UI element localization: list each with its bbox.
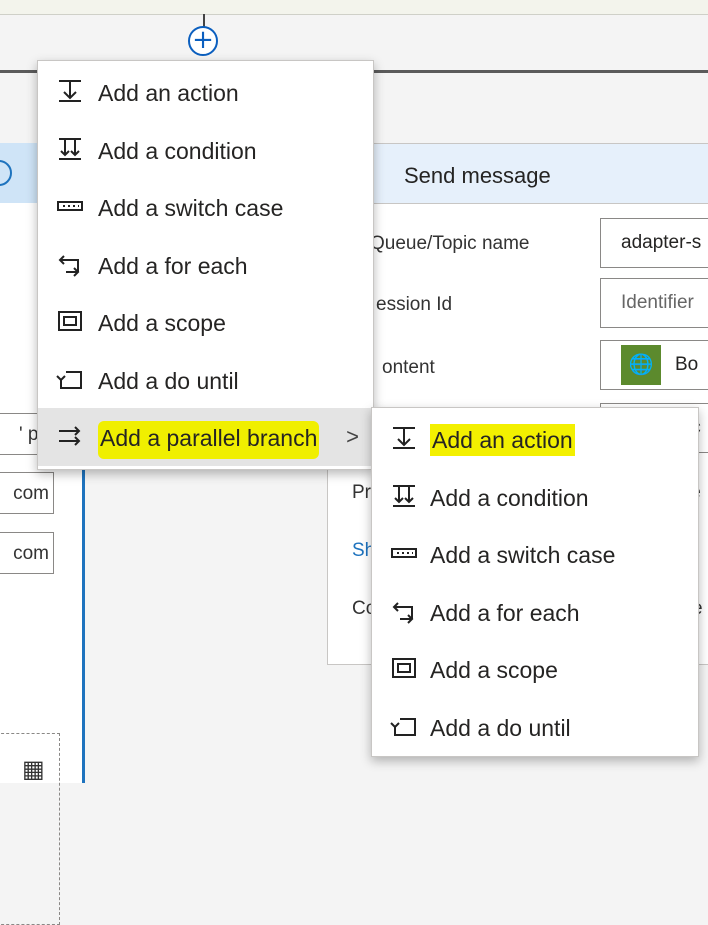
do-until-icon <box>390 717 416 736</box>
for-each-icon <box>58 254 80 277</box>
menu-item-label: Add a for each <box>98 252 248 279</box>
left-field-3[interactable]: com <box>0 532 54 574</box>
menu-item-label: Add a switch case <box>98 195 284 221</box>
menu-item-add-action[interactable]: Add an action <box>38 63 373 121</box>
session-field[interactable]: Identifier <box>600 278 708 328</box>
submenu-item-label: Add a for each <box>430 599 580 626</box>
content-value: Bo <box>675 354 699 375</box>
menu-item-label: Add a condition <box>98 137 257 164</box>
highlight-mark: Add a parallel branch <box>98 421 320 459</box>
content-label: ontent <box>382 357 435 378</box>
menu-item-add-for-each[interactable]: Add a for each <box>38 236 373 294</box>
menu-item-add-parallel-branch[interactable]: Add a parallel branch > <box>38 408 373 466</box>
submenu-item-label: Add a switch case <box>430 542 616 568</box>
card-collapse-icon[interactable] <box>0 160 12 186</box>
menu-item-add-condition[interactable]: Add a condition <box>38 121 373 179</box>
submenu-item-add-action[interactable]: Add an action <box>372 410 698 468</box>
insert-step-menu: Add an action Add a condition Add a swit… <box>37 60 374 470</box>
menu-item-add-switch[interactable]: Add a switch case <box>38 178 373 236</box>
add-condition-icon <box>59 137 81 160</box>
session-label: ession Id <box>376 294 453 315</box>
canvas-top-band <box>0 0 708 15</box>
scope-icon <box>58 311 82 331</box>
submenu-item-add-for-each[interactable]: Add a for each <box>372 583 698 641</box>
partial-label-1: Pr <box>352 482 371 503</box>
menu-item-label: Add an action <box>98 80 239 106</box>
parallel-branch-submenu: Add an action Add a condition Add a swit… <box>371 407 699 757</box>
submenu-item-add-condition[interactable]: Add a condition <box>372 468 698 526</box>
switch-case-icon <box>391 548 417 558</box>
queue-field[interactable]: adapter-s <box>600 218 708 268</box>
insert-step-button[interactable]: + <box>188 26 218 56</box>
content-field[interactable]: 🌐 Bo <box>600 340 708 390</box>
menu-item-label: Add a scope <box>98 310 226 336</box>
menu-item-label: Add a do until <box>98 367 239 394</box>
submenu-item-add-switch[interactable]: Add a switch case <box>372 525 698 583</box>
submenu-item-add-do-until[interactable]: Add a do until <box>372 698 698 756</box>
do-until-icon <box>56 370 82 389</box>
globe-icon: 🌐 <box>621 344 661 385</box>
add-condition-icon <box>393 484 415 507</box>
table-icon[interactable]: ▦ <box>22 755 45 784</box>
queue-label: Queue/Topic name <box>370 233 530 254</box>
add-action-icon <box>393 427 415 449</box>
parallel-branch-icon <box>59 426 81 446</box>
switch-case-icon <box>57 201 83 211</box>
submenu-item-label: Add a scope <box>430 657 558 683</box>
chevron-right-icon: > <box>346 424 359 449</box>
highlight-mark: Add an action <box>430 424 575 456</box>
scope-icon <box>392 658 416 678</box>
submenu-item-add-scope[interactable]: Add a scope <box>372 640 698 698</box>
menu-item-add-scope[interactable]: Add a scope <box>38 293 373 351</box>
menu-item-add-do-until[interactable]: Add a do until <box>38 351 373 409</box>
card-title: Send message <box>404 163 551 188</box>
for-each-icon <box>392 601 414 624</box>
add-action-icon <box>59 80 81 102</box>
left-field-2[interactable]: com <box>0 472 54 514</box>
submenu-item-label: Add a do until <box>430 714 571 741</box>
submenu-item-label: Add a condition <box>430 484 589 511</box>
submenu-item-label: Add an action <box>430 424 575 456</box>
menu-item-label: Add a parallel branch <box>98 421 320 459</box>
